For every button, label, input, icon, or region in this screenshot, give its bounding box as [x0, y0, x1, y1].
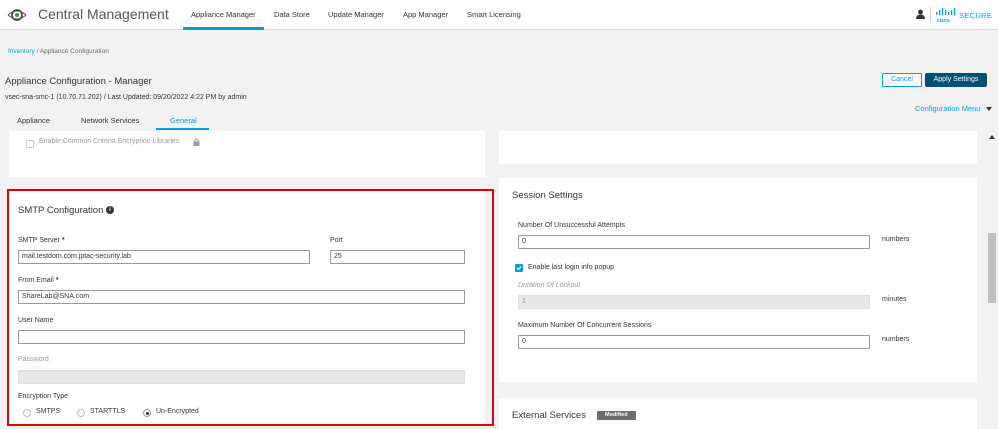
tab-network-services[interactable]: Network Services: [81, 116, 139, 125]
modified-badge: Modified: [597, 411, 636, 420]
user-icon[interactable]: [916, 9, 925, 19]
encryption-libraries-panel: Enable Common Criteria Encryption Librar…: [9, 131, 485, 177]
session-section-title: Session Settings: [512, 190, 583, 201]
tab-appliance[interactable]: Appliance: [17, 116, 50, 125]
session-settings-panel: [499, 178, 977, 382]
attempts-unit: numbers: [882, 236, 910, 243]
header-divider: [930, 7, 931, 22]
nav-smart-licensing[interactable]: Smart Licensing: [467, 10, 521, 19]
app-title: Central Management: [38, 6, 169, 22]
last-login-popup-checkbox[interactable]: [515, 264, 523, 272]
cisco-logo-icon: cisco: [936, 8, 956, 24]
unsuccessful-attempts-label: Number Of Unsuccessful Attempts: [518, 222, 625, 229]
unsuccessful-attempts-input[interactable]: 0: [518, 235, 870, 249]
configuration-menu[interactable]: Configuration Menu: [915, 104, 992, 113]
common-criteria-checkbox[interactable]: [26, 140, 34, 148]
lockout-unit: minutes: [882, 296, 907, 303]
page-title: Appliance Configuration - Manager: [5, 76, 152, 87]
page-subtitle: vsec-sna-smc-1 (10.70.71.202) / Last Upd…: [5, 94, 247, 101]
svg-text:cisco: cisco: [937, 18, 950, 24]
last-login-popup-label: Enable last login info popup: [528, 264, 615, 271]
common-criteria-label: Enable Common Criteria Encryption Librar…: [39, 138, 180, 145]
top-navigation-bar: Central Management Appliance Manager Dat…: [0, 0, 998, 30]
smtp-highlight-frame: [7, 189, 494, 426]
tab-general[interactable]: General: [170, 116, 197, 125]
configuration-menu-label: Configuration Menu: [915, 104, 981, 113]
concurrent-sessions-label: Maximum Number Of Concurrent Sessions: [518, 322, 652, 329]
apply-settings-button[interactable]: Apply Settings: [925, 73, 987, 87]
scroll-up-arrow-icon[interactable]: [989, 135, 995, 139]
nav-update-manager[interactable]: Update Manager: [328, 10, 384, 19]
nav-data-store[interactable]: Data Store: [274, 10, 310, 19]
concurrent-sessions-input[interactable]: 0: [518, 335, 870, 349]
scrollbar-thumb[interactable]: [988, 233, 996, 303]
lockout-duration-input: 1: [518, 295, 870, 309]
lock-icon: [193, 138, 200, 146]
concurrent-unit: numbers: [882, 336, 910, 343]
central-management-logo-icon: [7, 9, 27, 21]
breadcrumb-current: Appliance Configuration: [39, 48, 109, 55]
nav-appliance-manager[interactable]: Appliance Manager: [191, 10, 256, 19]
cancel-button[interactable]: Cancel: [882, 73, 922, 87]
breadcrumb: Inventory / Appliance Configuration: [8, 48, 109, 55]
caret-down-icon: [985, 107, 992, 112]
lockout-duration-label: Duration Of Lockout: [518, 282, 581, 289]
active-tab-indicator: [156, 128, 209, 130]
secure-brand-label: SECURE: [959, 11, 993, 20]
breadcrumb-inventory-link[interactable]: Inventory: [8, 48, 35, 55]
external-services-title: External Services: [512, 410, 586, 421]
top-right-panel: [499, 131, 977, 164]
nav-app-manager[interactable]: App Manager: [403, 10, 448, 19]
checkmark-icon: [516, 266, 522, 271]
breadcrumb-separator: /: [36, 48, 39, 55]
